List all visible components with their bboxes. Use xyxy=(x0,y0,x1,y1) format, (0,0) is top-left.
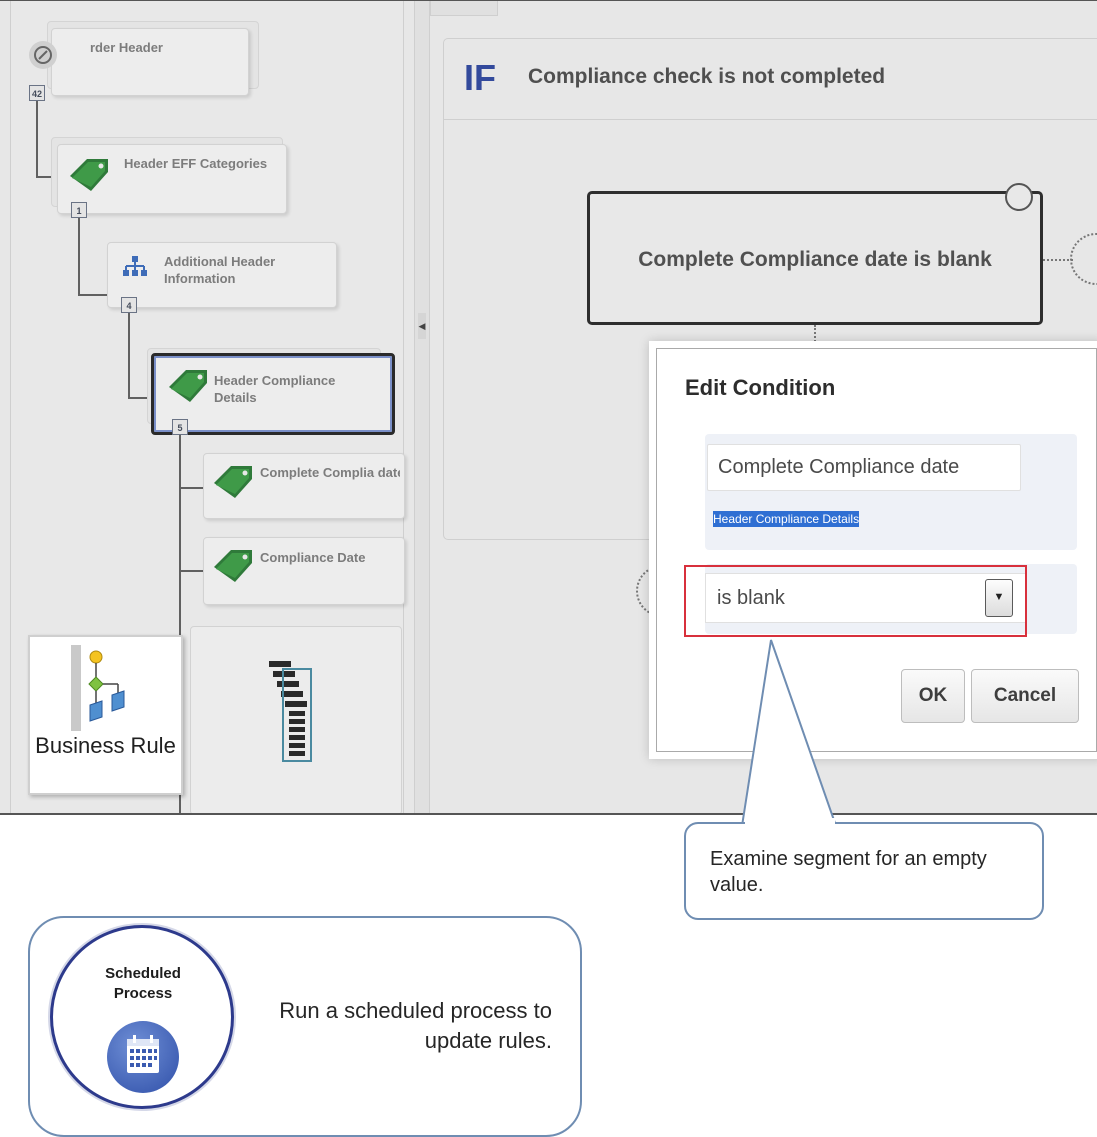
tag-icon xyxy=(214,550,252,582)
business-rule-icon xyxy=(71,645,125,731)
scheduled-process-text: Run a scheduled process to update rules. xyxy=(279,998,552,1053)
tag-icon xyxy=(169,370,207,402)
tag-icon xyxy=(214,466,252,498)
process-steps-icon xyxy=(269,661,312,762)
node-label: Complete Complia date xyxy=(260,465,400,480)
tag-icon xyxy=(70,159,108,191)
edit-condition-dialog: Edit Condition Complete Compliance date … xyxy=(656,348,1097,752)
connector xyxy=(1043,259,1073,261)
if-header: IF Compliance check is not completed xyxy=(444,39,1097,120)
scheduled-process-badge: Scheduled Process xyxy=(50,925,234,1109)
if-keyword: IF xyxy=(464,57,496,98)
node-label: rder Header xyxy=(90,40,163,55)
node-count-badge: 4 xyxy=(121,297,137,313)
condition-handle[interactable] xyxy=(1005,183,1033,211)
connector xyxy=(179,570,205,572)
ok-label: OK xyxy=(918,685,948,706)
node-label: Header EFF Categories xyxy=(124,156,268,171)
hierarchy-icon xyxy=(123,256,147,276)
connector xyxy=(78,218,80,295)
node-count-badge: 5 xyxy=(172,419,188,435)
cancel-label: Cancel xyxy=(993,685,1057,706)
rule-editor-screenshot: rder Header 42 Header EFF Categories 1 A… xyxy=(0,0,1097,815)
object-link[interactable]: Header Compliance Details xyxy=(713,511,860,527)
business-rule-tile: Business Rule xyxy=(28,635,183,795)
connector xyxy=(814,325,816,349)
compass-icon xyxy=(29,41,57,69)
condition-text: Complete Compliance date is blank xyxy=(638,248,992,271)
pane-splitter[interactable]: ◀ xyxy=(414,1,430,813)
calendar-icon xyxy=(107,1021,179,1093)
node-count-badge: 1 xyxy=(71,202,87,218)
callout-text: Examine segment for an empty value. xyxy=(710,848,987,896)
dialog-title: Edit Condition xyxy=(685,375,836,400)
collapse-pane-handle[interactable]: ◀ xyxy=(418,313,426,339)
node-label: Header Compliance Details xyxy=(214,373,336,405)
segment-callout: Examine segment for an empty value. xyxy=(684,822,1044,920)
attribute-field[interactable]: Complete Compliance date xyxy=(707,444,1021,491)
scheduled-process-panel xyxy=(190,626,402,813)
if-condition-title[interactable]: Compliance check is not completed xyxy=(528,65,885,89)
highlight-box xyxy=(684,565,1027,637)
node-label: Compliance Date xyxy=(260,550,366,565)
connector xyxy=(128,313,130,398)
connector xyxy=(179,487,205,489)
panel-tab xyxy=(430,1,498,16)
node-count-badge: 42 xyxy=(29,85,45,101)
scheduled-process-name: Scheduled Process xyxy=(105,965,181,1002)
condition-box[interactable]: Complete Compliance date is blank xyxy=(587,191,1043,325)
business-rule-label: Business Rule xyxy=(35,733,176,758)
tree-node-order-header[interactable]: rder Header xyxy=(51,28,249,96)
node-label: Additional Header Information xyxy=(164,254,276,286)
cancel-button[interactable]: Cancel xyxy=(971,669,1079,723)
callout-join xyxy=(745,818,835,826)
connector xyxy=(36,101,38,177)
ok-button[interactable]: OK xyxy=(901,669,965,723)
connector xyxy=(78,294,108,296)
